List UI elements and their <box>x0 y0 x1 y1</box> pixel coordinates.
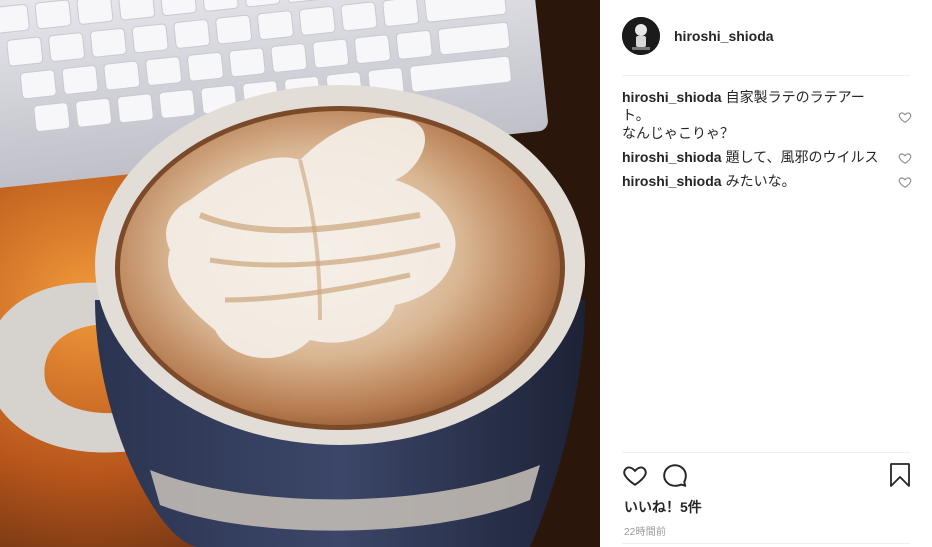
comment-like-heart-icon[interactable] <box>898 110 912 124</box>
post-timestamp[interactable]: 22時間前 <box>624 523 666 538</box>
header-divider <box>622 75 910 76</box>
comment-item: hiroshi_shioda みたいな。 <box>622 172 912 190</box>
comment-like-heart-icon[interactable] <box>898 175 912 189</box>
comment-item: hiroshi_shioda 自家製ラテのラテアート。 なんじゃこりゃ？ <box>622 88 912 142</box>
comment-username[interactable]: hiroshi_shioda <box>622 173 722 189</box>
post-photo[interactable] <box>0 0 600 547</box>
comment-list: hiroshi_shioda 自家製ラテのラテアート。 なんじゃこりゃ？ hiro… <box>622 88 912 196</box>
comment-item: hiroshi_shioda 題して、風邪のウイルス <box>622 148 912 166</box>
comment-username[interactable]: hiroshi_shioda <box>622 89 722 105</box>
comment-text: みたいな。 <box>725 173 796 189</box>
post-panel: hiroshi_shioda hiroshi_shioda 自家製ラテのラテアート… <box>600 0 932 547</box>
post-header: hiroshi_shioda <box>622 14 912 58</box>
heart-icon[interactable] <box>622 462 648 488</box>
bottom-divider <box>622 543 910 544</box>
comment-username[interactable]: hiroshi_shioda <box>622 149 722 165</box>
avatar[interactable] <box>622 17 660 55</box>
comment-text: 題して、風邪のウイルス <box>725 149 879 165</box>
comment-like-heart-icon[interactable] <box>898 151 912 165</box>
comment-bubble-icon[interactable] <box>662 462 688 488</box>
post-username[interactable]: hiroshi_shioda <box>674 28 774 44</box>
actions-divider <box>622 452 910 453</box>
post-actions <box>622 462 912 490</box>
bookmark-icon[interactable] <box>888 462 912 488</box>
likes-count[interactable]: いいね！5件 <box>624 497 702 517</box>
